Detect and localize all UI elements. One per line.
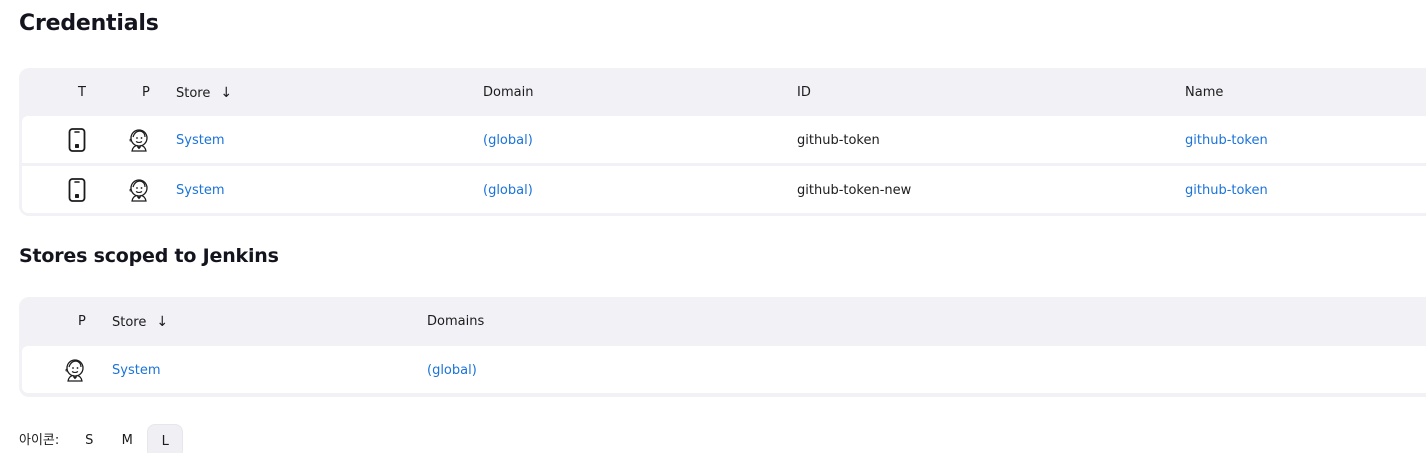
domain-link[interactable]: (global) (427, 346, 477, 396)
column-header-store-label: Store (176, 86, 211, 101)
credentials-table: T P Store ↓ Domain ID Name System (globa… (19, 68, 1426, 216)
credential-name-link[interactable]: github-token (1185, 116, 1268, 166)
column-header-name[interactable]: Name (1185, 68, 1223, 118)
icon-size-medium-button[interactable]: M (109, 424, 145, 453)
jenkins-butler-icon (123, 116, 155, 163)
jenkins-butler-icon (59, 346, 91, 393)
credential-name-link[interactable]: github-token (1185, 166, 1268, 216)
column-header-provider[interactable]: P (78, 297, 86, 347)
sort-down-arrow-icon: ↓ (220, 85, 233, 101)
credential-id: github-token (797, 133, 880, 148)
column-header-store[interactable]: Store ↓ (176, 68, 232, 119)
mobile-phone-icon (62, 116, 92, 163)
stores-table-header: P Store ↓ Domains (19, 297, 1426, 345)
column-header-domains[interactable]: Domains (427, 297, 484, 347)
column-header-provider[interactable]: P (142, 68, 150, 118)
jenkins-butler-icon (123, 166, 155, 213)
credentials-table-header: T P Store ↓ Domain ID Name (19, 68, 1426, 116)
table-row: System (global) (22, 346, 1426, 393)
page-title: Credentials (19, 11, 159, 36)
sort-down-arrow-icon: ↓ (156, 314, 169, 330)
column-header-store-label: Store (112, 315, 147, 330)
domain-link[interactable]: (global) (483, 116, 533, 166)
column-header-domain[interactable]: Domain (483, 68, 533, 118)
credential-id: github-token-new (797, 183, 912, 198)
table-row: System (global) github-token github-toke… (22, 116, 1426, 163)
mobile-phone-icon (62, 166, 92, 213)
stores-table: P Store ↓ Domains System (global) (19, 297, 1426, 397)
icon-size-selector: 아이콘: S M L (19, 424, 185, 453)
icon-size-large-button[interactable]: L (147, 424, 184, 453)
column-header-store[interactable]: Store ↓ (112, 297, 168, 348)
column-header-type[interactable]: T (78, 68, 86, 118)
icon-size-label: 아이콘: (19, 433, 60, 448)
table-row: System (global) github-token-new github-… (22, 166, 1426, 213)
column-header-id[interactable]: ID (797, 68, 811, 118)
credentials-page: Credentials T P Store ↓ Domain ID Name S… (0, 0, 1426, 453)
domain-link[interactable]: (global) (483, 166, 533, 216)
store-link[interactable]: System (176, 166, 224, 216)
store-link[interactable]: System (112, 346, 160, 396)
icon-size-small-button[interactable]: S (71, 424, 107, 453)
store-link[interactable]: System (176, 116, 224, 166)
stores-section-title: Stores scoped to Jenkins (19, 245, 279, 267)
